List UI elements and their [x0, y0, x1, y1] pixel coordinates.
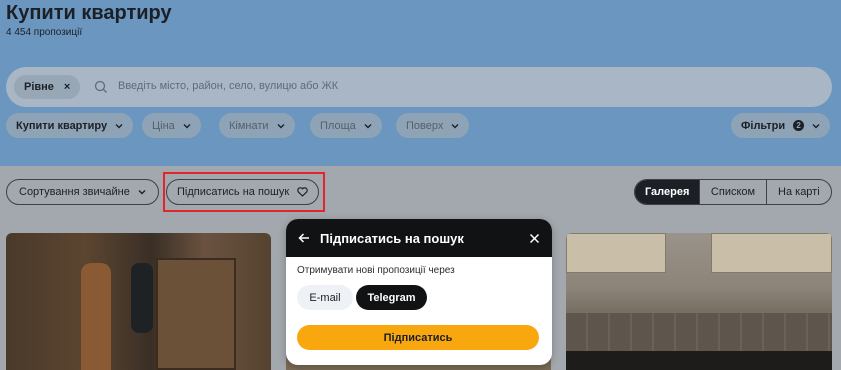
page-title: Купити квартиру — [6, 2, 172, 24]
search-icon — [94, 80, 107, 93]
chevron-down-icon — [812, 123, 820, 128]
photo-shelf — [81, 263, 111, 370]
modal-header: Підписатись на пошук — [286, 219, 552, 257]
chevron-down-icon — [115, 123, 123, 128]
deal-type-label: Купити квартиру — [16, 119, 108, 132]
view-list-tab[interactable]: Списком — [699, 180, 765, 204]
view-gallery-tab[interactable]: Галерея — [635, 180, 700, 204]
photo-coat — [131, 263, 153, 333]
search-input[interactable]: Введіть місто, район, село, вулицю або Ж… — [118, 80, 338, 92]
price-dropdown[interactable]: Ціна — [142, 113, 201, 138]
photo-door — [156, 258, 236, 370]
area-dropdown[interactable]: Площа — [310, 113, 382, 138]
arrow-left-icon[interactable] — [298, 232, 310, 244]
view-map-tab[interactable]: На карті — [765, 180, 831, 204]
subscribe-button[interactable]: Підписатись — [297, 325, 539, 350]
chevron-down-icon — [138, 190, 146, 195]
chevron-down-icon — [277, 123, 285, 128]
area-label: Площа — [320, 119, 356, 132]
photo-cabinet — [566, 233, 666, 273]
filters-count-badge: 2 — [793, 120, 805, 131]
email-option[interactable]: E-mail — [297, 285, 353, 310]
close-icon[interactable] — [529, 233, 540, 244]
city-chip[interactable]: Рівне × — [14, 75, 81, 99]
more-filters-label: Фільтри — [741, 119, 786, 132]
results-count: 4 454 пропозиції — [6, 27, 83, 38]
listing-card-photo[interactable] — [6, 233, 271, 370]
photo-counter — [566, 351, 832, 370]
modal-title: Підписатись на пошук — [320, 230, 464, 246]
photo-backsplash — [566, 313, 832, 353]
floor-dropdown[interactable]: Поверх — [396, 113, 470, 138]
city-chip-label: Рівне — [24, 81, 54, 93]
rooms-label: Кімнати — [229, 119, 269, 132]
close-icon[interactable]: × — [64, 81, 70, 93]
floor-label: Поверх — [406, 119, 444, 132]
rooms-dropdown[interactable]: Кімнати — [219, 113, 295, 138]
more-filters-button[interactable]: Фільтри 2 — [731, 113, 831, 138]
highlight-box — [163, 172, 325, 212]
sort-dropdown[interactable]: Сортування звичайне — [6, 179, 159, 205]
search-bar[interactable]: Рівне × Введіть місто, район, село, вули… — [6, 67, 832, 107]
view-toggle[interactable]: Галерея Списком На карті — [634, 179, 832, 205]
listing-card-photo[interactable] — [566, 233, 832, 370]
receive-via-label: Отримувати нові пропозиції через — [297, 265, 455, 276]
sort-label: Сортування звичайне — [19, 186, 130, 198]
chevron-down-icon — [364, 123, 372, 128]
chevron-down-icon — [183, 123, 191, 128]
deal-type-dropdown[interactable]: Купити квартиру — [6, 113, 134, 138]
chevron-down-icon — [451, 123, 459, 128]
subscribe-modal: Підписатись на пошук Отримувати нові про… — [286, 219, 552, 365]
price-label: Ціна — [152, 119, 175, 132]
telegram-option[interactable]: Telegram — [356, 285, 427, 310]
photo-cabinet — [711, 233, 832, 273]
